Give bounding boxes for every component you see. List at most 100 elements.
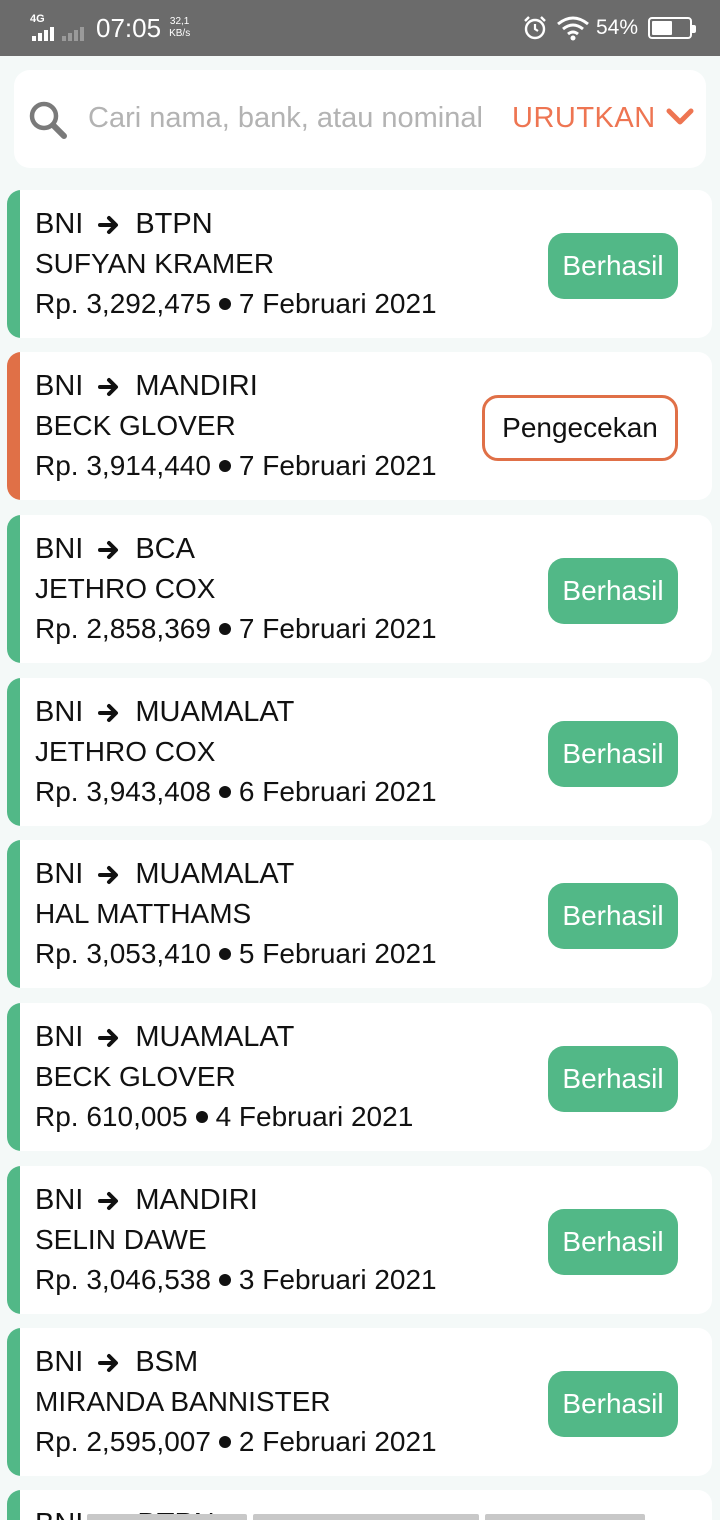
to-bank: MANDIRI — [135, 1184, 258, 1216]
date: 7 Februari 2021 — [238, 613, 437, 644]
status-stripe — [7, 678, 20, 826]
transfer-route: BNI MANDIRI — [35, 370, 258, 403]
separator-dot — [218, 623, 231, 635]
network-speed: 32,1 KB/s — [169, 16, 190, 40]
loading-placeholder — [253, 1514, 479, 1520]
transaction-item[interactable]: BNI MANDIRI BECK GLOVER Rp. 3,914,440 7 … — [7, 352, 712, 500]
status-stripe — [7, 840, 20, 988]
to-bank: MUAMALAT — [135, 858, 295, 890]
arrow-right-icon — [98, 377, 119, 396]
separator-dot — [218, 298, 231, 310]
transaction-meta: Rp. 3,292,475 7 Februari 2021 — [35, 288, 437, 320]
status-stripe — [7, 1166, 20, 1314]
transaction-meta: Rp. 2,595,007 2 Februari 2021 — [35, 1426, 437, 1458]
from-bank: BNI — [35, 1508, 83, 1520]
separator-dot — [218, 1436, 231, 1448]
sort-button[interactable]: URUTKAN — [512, 102, 694, 135]
alarm-icon — [524, 16, 546, 40]
status-bar: 4G 07:05 32,1 KB/s 54% — [0, 0, 720, 56]
status-stripe — [7, 515, 20, 663]
from-bank: BNI — [35, 370, 84, 402]
to-bank: MUAMALAT — [135, 1021, 295, 1053]
separator-dot — [195, 1111, 208, 1123]
separator-dot — [218, 948, 231, 960]
to-bank: MANDIRI — [135, 370, 258, 402]
to-bank: MUAMALAT — [135, 696, 295, 728]
status-stripe — [7, 352, 20, 500]
search-input[interactable]: Cari nama, bank, atau nominal — [88, 102, 483, 135]
status-badge: Berhasil — [548, 1046, 678, 1112]
search-bar[interactable]: Cari nama, bank, atau nominal URUTKAN — [14, 70, 706, 168]
chevron-down-icon — [666, 108, 694, 124]
from-bank: BNI — [35, 1021, 84, 1053]
status-badge: Berhasil — [548, 558, 678, 624]
separator-dot — [218, 786, 231, 798]
to-bank: BSM — [135, 1346, 199, 1378]
amount: Rp. 3,914,440 — [35, 450, 211, 481]
transfer-route: BNI MANDIRI — [35, 1184, 258, 1217]
transaction-meta: Rp. 2,858,369 7 Februari 2021 — [35, 613, 437, 645]
transaction-item[interactable]: BNI MANDIRI SELIN DAWE Rp. 3,046,538 3 F… — [7, 1166, 712, 1314]
recipient-name: SELIN DAWE — [35, 1224, 207, 1255]
transfer-route: BNI BTPN — [35, 208, 213, 241]
sort-label: URUTKAN — [512, 102, 656, 134]
transfer-route: BNI MUAMALAT — [35, 1021, 294, 1054]
date: 7 Februari 2021 — [238, 450, 437, 481]
amount: Rp. 3,943,408 — [35, 776, 211, 807]
recipient-name: MIRANDA BANNISTER — [35, 1386, 331, 1417]
transaction-meta: Rp. 3,046,538 3 Februari 2021 — [35, 1264, 437, 1296]
status-right: 54% — [522, 0, 696, 56]
from-bank: BNI — [35, 208, 84, 240]
arrow-right-icon — [98, 215, 119, 234]
status-badge: Berhasil — [548, 883, 678, 949]
loading-placeholder — [485, 1514, 645, 1520]
transaction-meta: Rp. 3,914,440 7 Februari 2021 — [35, 450, 437, 482]
to-bank: BCA — [135, 533, 195, 565]
transaction-item[interactable]: BNI MUAMALAT HAL MATTHAMS Rp. 3,053,410 … — [7, 840, 712, 988]
status-stripe — [7, 1490, 20, 1520]
search-icon[interactable] — [28, 100, 68, 140]
recipient-name: HAL MATTHAMS — [35, 898, 252, 929]
status-badge: Berhasil — [548, 721, 678, 787]
transaction-item[interactable]: BNI MUAMALAT BECK GLOVER Rp. 610,005 4 F… — [7, 1003, 712, 1151]
from-bank: BNI — [35, 533, 84, 565]
separator-dot — [218, 460, 231, 472]
transfer-route: BNI BCA — [35, 533, 195, 566]
status-stripe — [7, 1328, 20, 1476]
speed-value: 32,1 — [169, 16, 190, 27]
date: 2 Februari 2021 — [238, 1426, 437, 1457]
recipient-name: BECK GLOVER — [35, 1061, 236, 1092]
transaction-item[interactable]: BNI BCA JETHRO COX Rp. 2,858,369 7 Febru… — [7, 515, 712, 663]
recipient-name: BECK GLOVER — [35, 410, 236, 441]
from-bank: BNI — [35, 696, 84, 728]
recipient-name: JETHRO COX — [35, 736, 216, 767]
transfer-route: BNI BSM — [35, 1346, 198, 1379]
wifi-icon — [557, 16, 589, 41]
arrow-right-icon — [98, 703, 119, 722]
signal-2-icon — [62, 27, 86, 41]
separator-dot — [218, 1274, 231, 1286]
date: 3 Februari 2021 — [238, 1264, 437, 1295]
to-bank: BTPN — [135, 208, 213, 240]
status-badge: Berhasil — [548, 233, 678, 299]
transaction-item[interactable]: BNI BTPN SUFYAN KRAMER Rp. 3,292,475 7 F… — [7, 190, 712, 338]
from-bank: BNI — [35, 858, 84, 890]
transaction-meta: Rp. 3,943,408 6 Februari 2021 — [35, 776, 437, 808]
loading-placeholder — [87, 1514, 247, 1520]
status-left: 4G 07:05 32,1 KB/s — [30, 0, 190, 56]
amount: Rp. 2,858,369 — [35, 613, 211, 644]
speed-unit: KB/s — [169, 28, 191, 39]
date: 6 Februari 2021 — [238, 776, 437, 807]
amount: Rp. 3,053,410 — [35, 938, 211, 969]
transaction-item-partial[interactable]: BNI BTPN — [7, 1490, 712, 1520]
transaction-item[interactable]: BNI BSM MIRANDA BANNISTER Rp. 2,595,007 … — [7, 1328, 712, 1476]
amount: Rp. 2,595,007 — [35, 1426, 211, 1457]
status-badge: Pengecekan — [482, 395, 678, 461]
arrow-right-icon — [98, 865, 119, 884]
amount: Rp. 610,005 — [35, 1101, 188, 1132]
date: 7 Februari 2021 — [238, 288, 437, 319]
status-stripe — [7, 190, 20, 338]
recipient-name: SUFYAN KRAMER — [35, 248, 275, 279]
transaction-item[interactable]: BNI MUAMALAT JETHRO COX Rp. 3,943,408 6 … — [7, 678, 712, 826]
status-badge: Berhasil — [548, 1371, 678, 1437]
